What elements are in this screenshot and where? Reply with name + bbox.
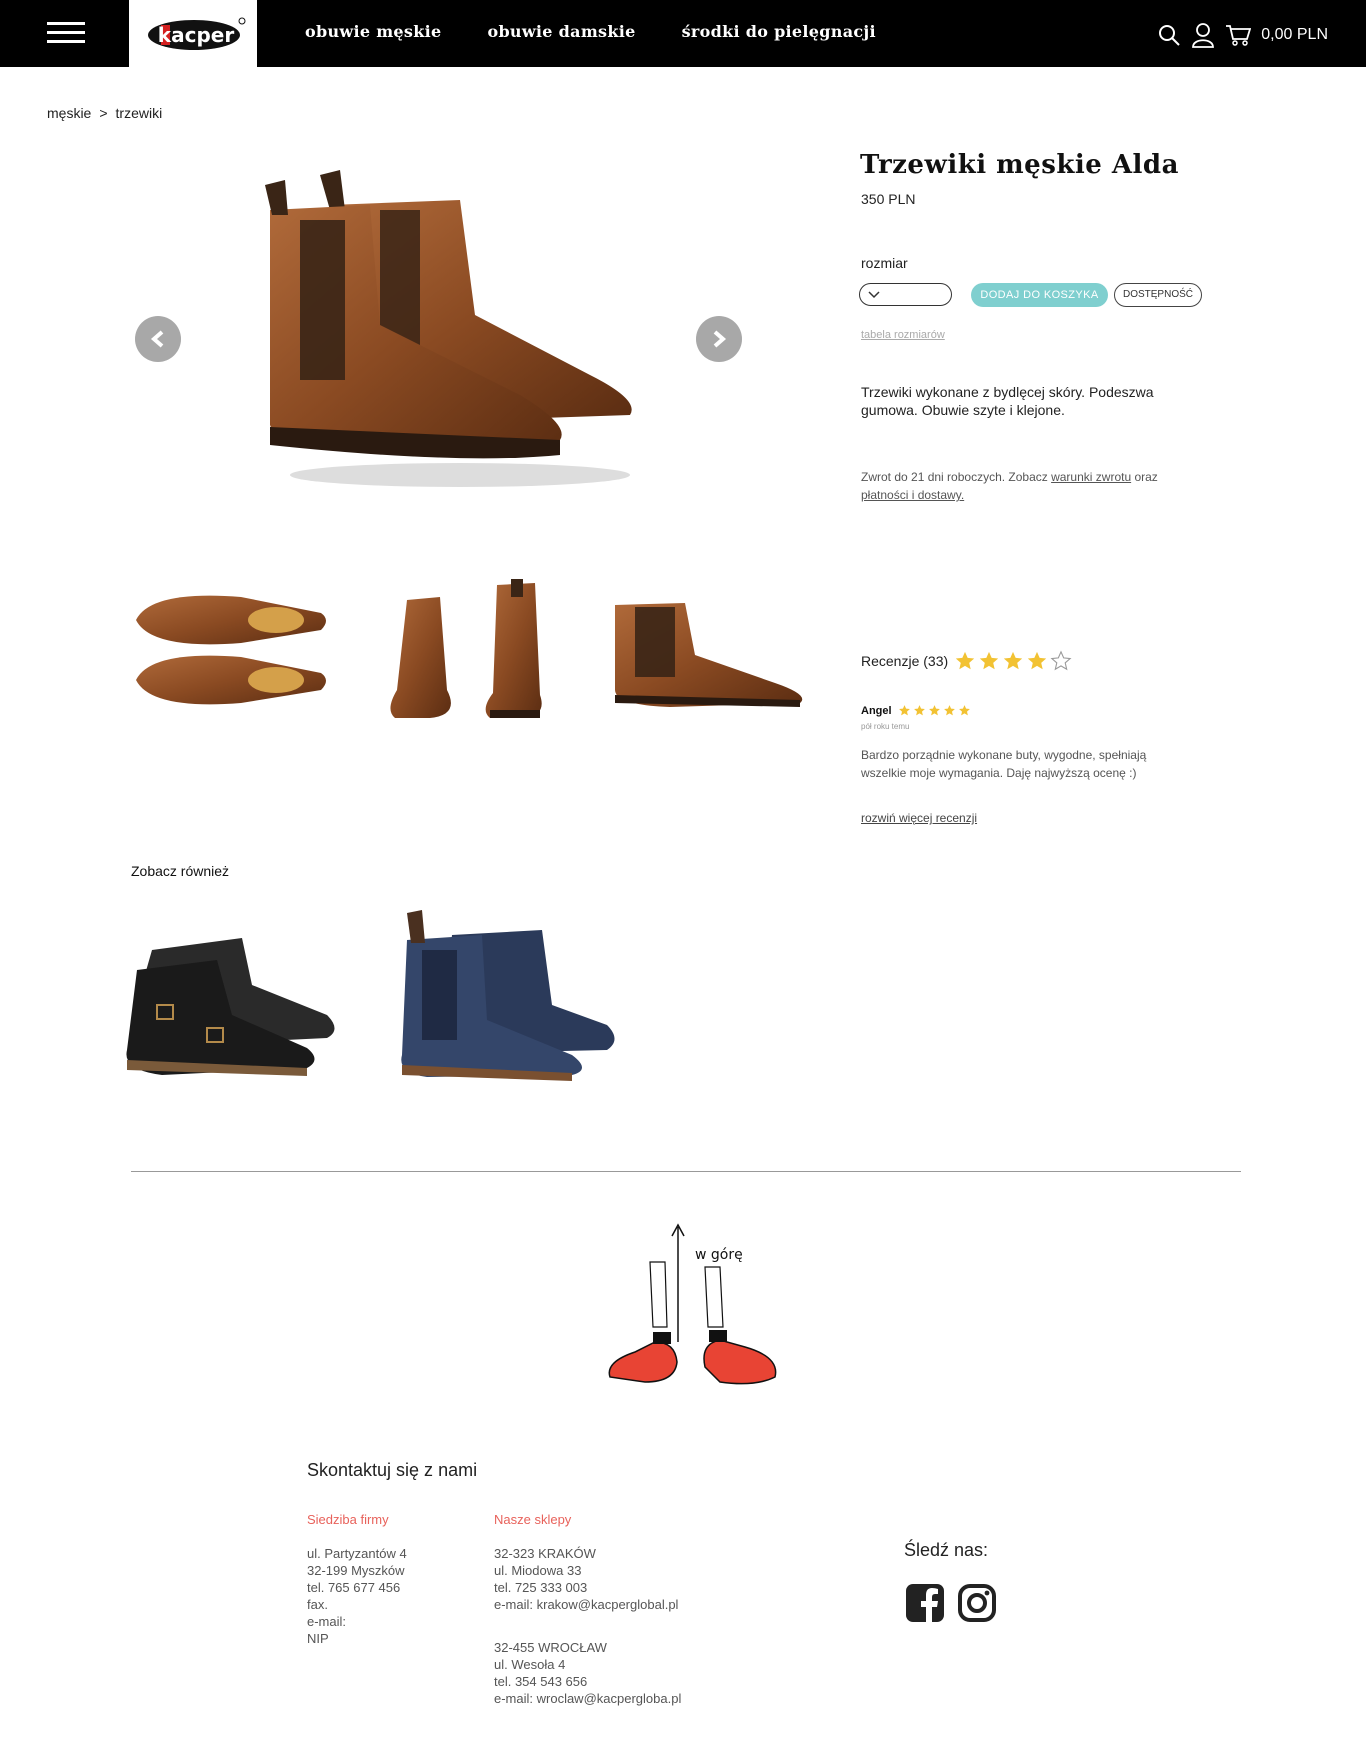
star-filled-icon	[958, 705, 970, 716]
store-krakow: 32-323 KRAKÓW ul. Miodowa 33 tel. 725 33…	[494, 1546, 679, 1612]
footer-divider	[131, 1171, 1241, 1172]
review-text: Bardzo porządnie wykonane buty, wygodne,…	[861, 748, 1147, 780]
cart-total[interactable]: 0,00 PLN	[1261, 26, 1328, 44]
instagram-icon[interactable]	[957, 1583, 997, 1623]
availability-button[interactable]: DOSTĘPNOŚĆ	[1114, 283, 1202, 307]
related-product-navy-chelsea[interactable]	[397, 905, 622, 1085]
size-label: rozmiar	[861, 255, 908, 271]
facebook-icon[interactable]	[905, 1583, 945, 1623]
nav-item-care-products[interactable]: środki do pielęgnacji	[682, 22, 876, 41]
star-filled-icon	[1027, 651, 1047, 670]
hq-details: ul. Partyzantów 4 32-199 Myszków tel. 76…	[307, 1546, 407, 1646]
return-text-mid: oraz	[1131, 470, 1158, 484]
nav-item-womens-shoes[interactable]: obuwie damskie	[487, 22, 635, 41]
more-reviews-link[interactable]: rozwiń więcej recenzji	[861, 811, 977, 825]
breadcrumb-item-mens[interactable]: męskie	[47, 105, 91, 121]
star-filled-icon	[898, 705, 910, 716]
stores-title: Nasze sklepy	[494, 1512, 572, 1527]
main-nav: obuwie męskie obuwie damskie środki do p…	[305, 22, 922, 41]
star-filled-icon	[928, 705, 940, 716]
product-thumbnail-side-view[interactable]	[610, 595, 810, 710]
return-terms-link[interactable]: warunki zwrotu	[1051, 470, 1131, 484]
return-policy: Zwrot do 21 dni roboczych. Zobacz warunk…	[861, 468, 1191, 504]
store-wroclaw: 32-455 WROCŁAW ul. Wesoła 4 tel. 354 543…	[494, 1640, 682, 1706]
main-product-image	[265, 170, 632, 487]
logo[interactable]: kacper	[129, 0, 257, 67]
header-actions: 0,00 PLN	[1147, 22, 1328, 48]
breadcrumb-separator: >	[99, 105, 108, 121]
search-icon[interactable]	[1157, 23, 1181, 47]
top-navigation-bar: kacper obuwie męskie obuwie damskie środ…	[0, 0, 1366, 67]
reviews-summary: Recenzje (33)	[861, 650, 1074, 672]
product-title: Trzewiki męskie Alda	[860, 150, 1179, 180]
review-time: pół roku temu	[861, 722, 910, 731]
follow-label: Śledź nas:	[904, 1540, 989, 1560]
review-stars	[898, 704, 973, 717]
add-to-cart-button[interactable]: DODAJ DO KOSZYKA	[971, 283, 1108, 307]
svg-text:kacper: kacper	[158, 23, 235, 47]
next-image-button[interactable]	[696, 316, 742, 362]
chevron-right-icon	[713, 330, 727, 348]
star-filled-icon	[1003, 651, 1023, 670]
nav-item-mens-shoes[interactable]: obuwie męskie	[305, 22, 441, 41]
product-description: Trzewiki wykonane z bydlęcej skóry. Pode…	[861, 384, 1154, 418]
contact-title: Skontaktuj się z nami	[307, 1460, 478, 1480]
menu-icon[interactable]	[47, 22, 85, 44]
return-text: Zwrot do 21 dni roboczych. Zobacz	[861, 470, 1052, 484]
product-price: 350 PLN	[861, 191, 916, 207]
reviews-count[interactable]: Recenzje (33)	[861, 653, 948, 669]
product-thumbnail-top-view[interactable]	[131, 585, 336, 715]
product-thumbnail-front-back[interactable]	[385, 575, 565, 725]
chevron-down-icon	[868, 291, 880, 299]
hq-title: Siedziba firmy	[307, 1512, 389, 1527]
star-filled-icon	[943, 705, 955, 716]
kacper-logo: kacper	[148, 17, 246, 50]
prev-image-button[interactable]	[135, 316, 181, 362]
star-filled-icon	[913, 705, 925, 716]
review-author: Angel	[861, 704, 892, 717]
breadcrumb-item-boots[interactable]: trzewiki	[116, 105, 163, 121]
review-item: Angel	[861, 704, 973, 717]
cart-icon[interactable]	[1225, 23, 1252, 47]
related-product-black-monk[interactable]	[122, 930, 342, 1080]
related-title: Zobacz również	[131, 863, 230, 879]
chevron-left-icon	[150, 330, 164, 348]
rating-stars	[954, 650, 1074, 672]
size-select[interactable]	[859, 283, 952, 306]
breadcrumb: męskie > trzewiki	[47, 105, 162, 121]
user-icon[interactable]	[1191, 22, 1215, 48]
payment-delivery-link[interactable]: płatności i dostawy.	[861, 488, 964, 502]
star-filled-icon	[955, 651, 975, 670]
star-empty-icon	[1050, 650, 1072, 671]
size-table-link[interactable]: tabela rozmiarów	[861, 329, 945, 341]
back-to-top-label[interactable]: w górę	[695, 1247, 743, 1263]
star-filled-icon	[979, 651, 999, 670]
